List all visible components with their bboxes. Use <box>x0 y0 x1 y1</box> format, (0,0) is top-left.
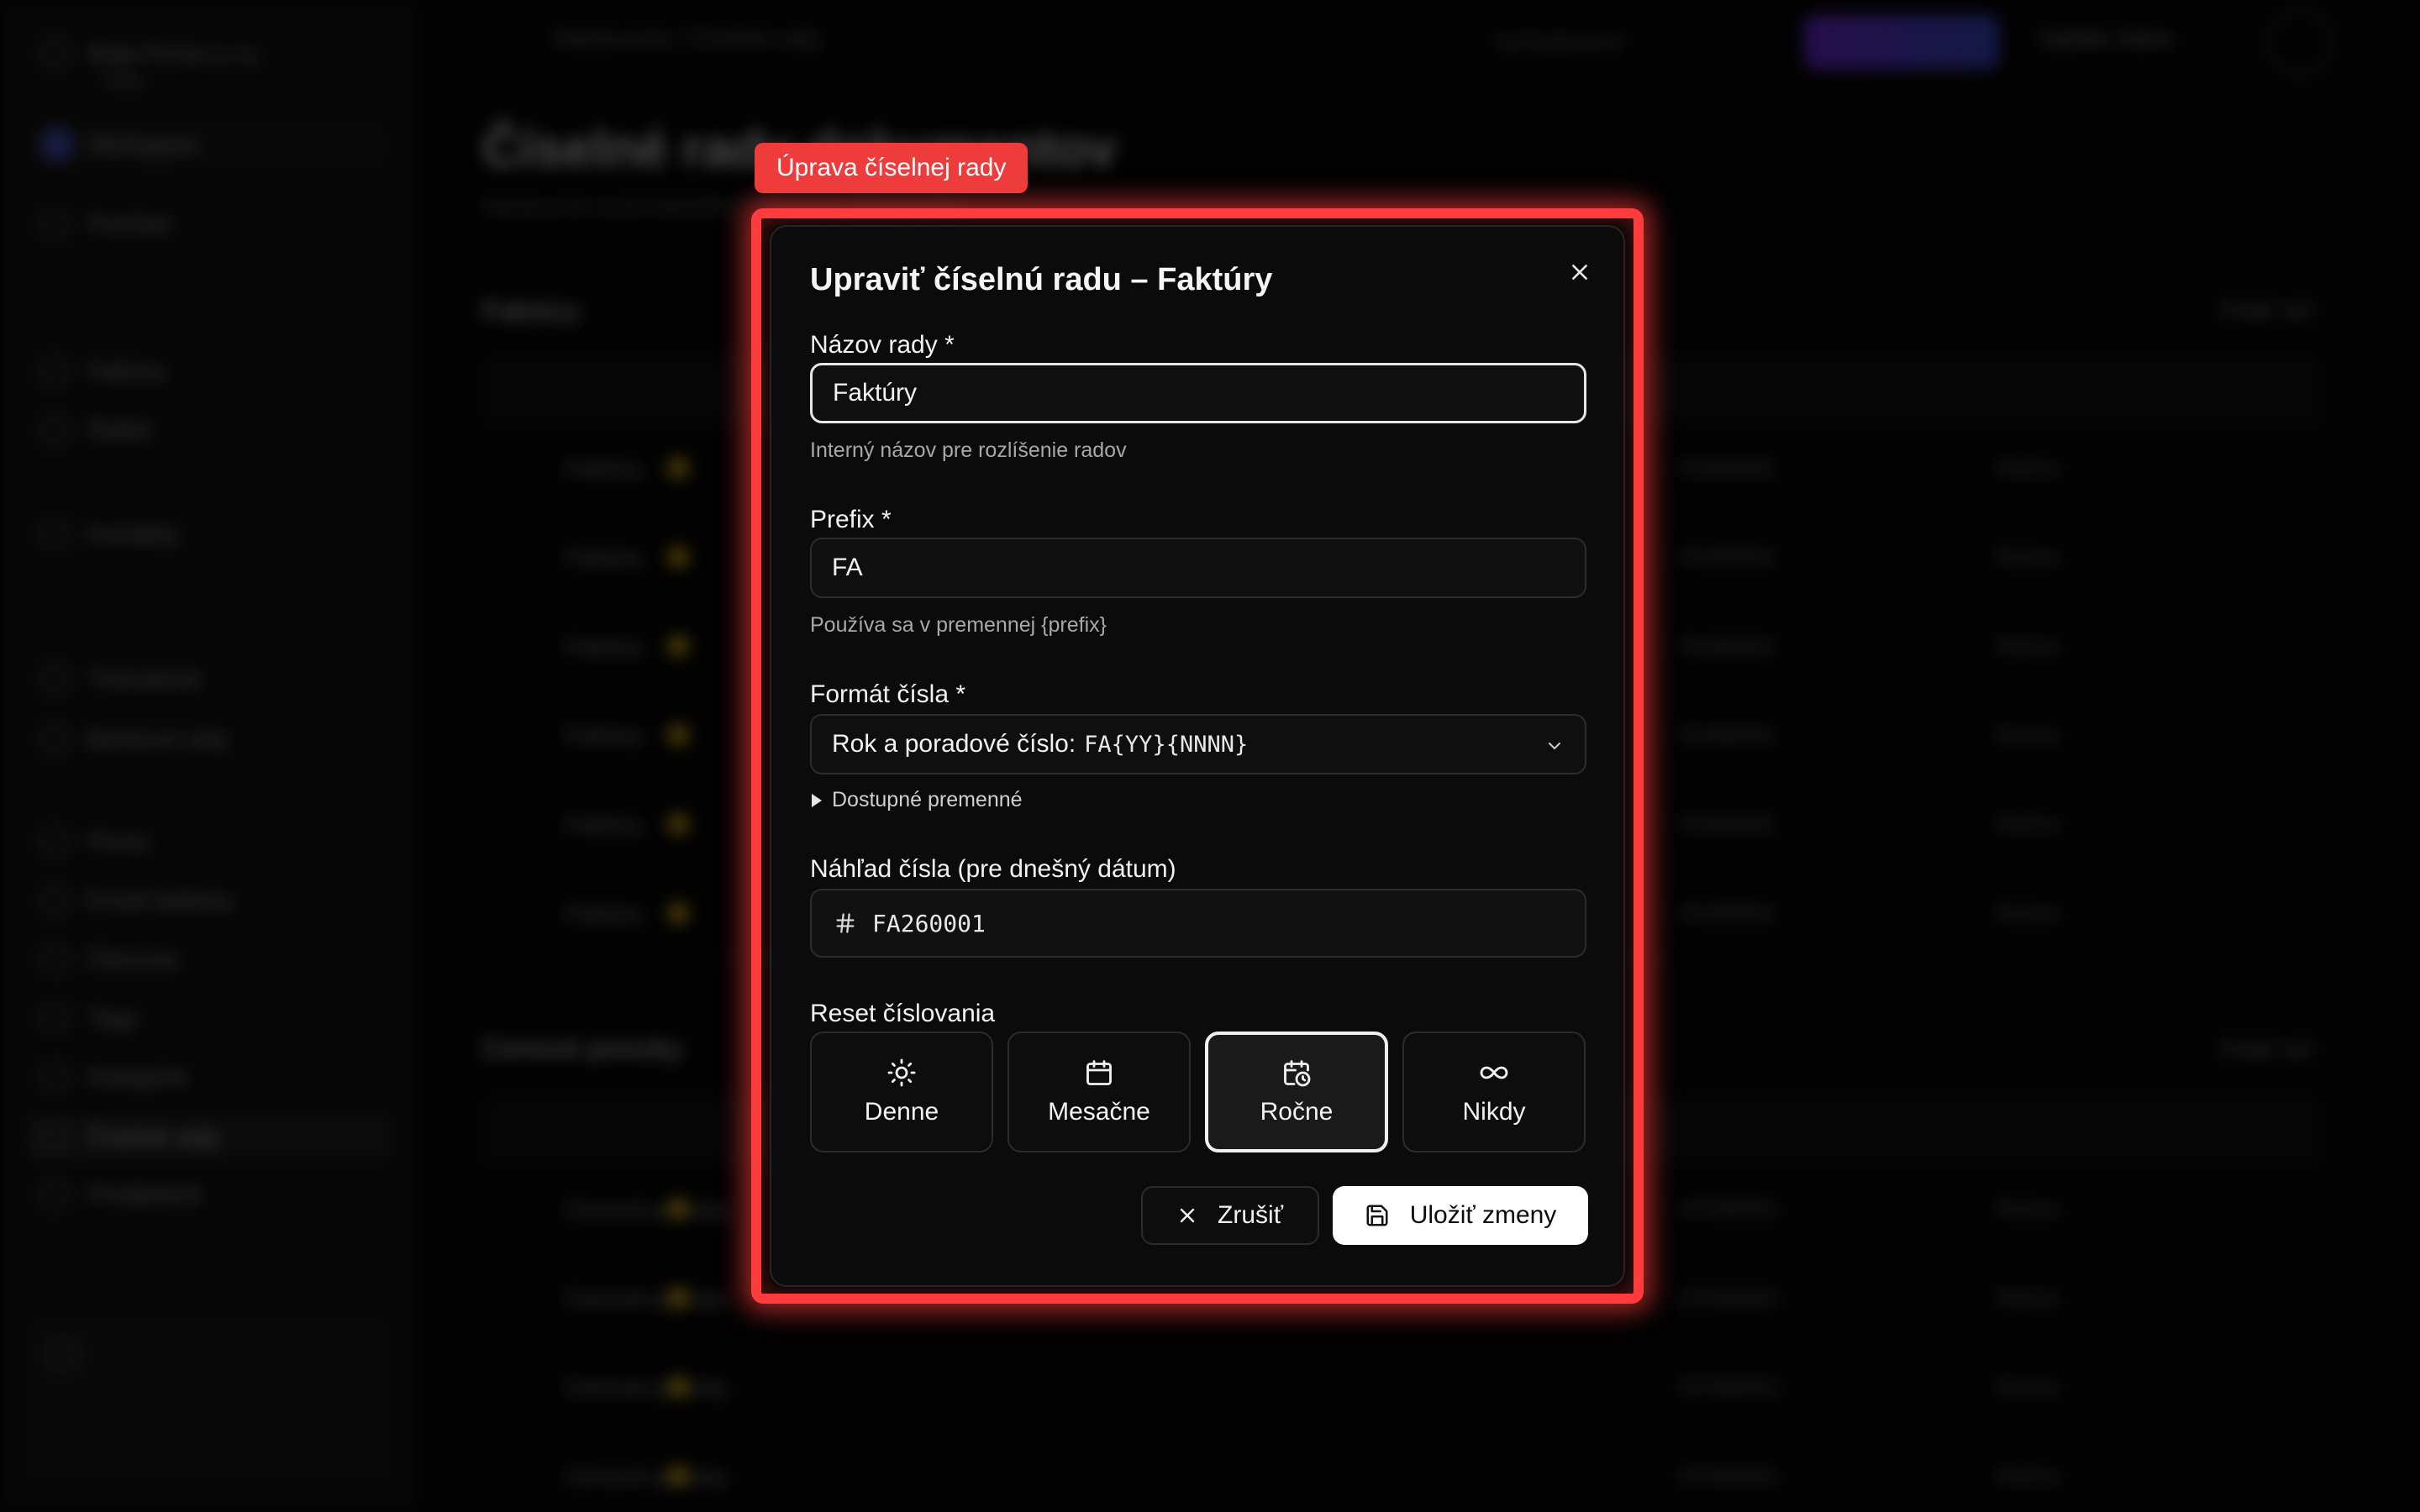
reset-option-never[interactable]: Nikdy <box>1402 1032 1586 1152</box>
preview-label: Náhľad čísla (pre dnešný dátum) <box>810 855 1176 883</box>
name-label: Názov rady * <box>810 331 955 359</box>
prefix-label: Prefix * <box>810 506 892 533</box>
close-button[interactable] <box>1561 254 1598 291</box>
triangle-right-icon <box>812 793 822 807</box>
prefix-input[interactable] <box>810 538 1586 598</box>
preview-box: FA260001 <box>810 889 1586 958</box>
format-select[interactable]: Rok a poradové číslo: FA{YY}{NNNN} <box>810 714 1586 774</box>
name-input[interactable] <box>810 363 1586 423</box>
reset-option-yearly[interactable]: Ročne <box>1205 1032 1388 1152</box>
prefix-help: Používa sa v premennej {prefix} <box>810 613 1107 637</box>
name-help: Interný názov pre rozlíšenie radov <box>810 438 1127 462</box>
format-selected-text: Rok a poradové číslo: <box>832 730 1076 758</box>
reset-option-daily[interactable]: Denne <box>810 1032 993 1152</box>
close-icon <box>1572 265 1587 280</box>
reset-option-monthly[interactable]: Mesačne <box>1007 1032 1191 1152</box>
close-icon <box>1180 1208 1195 1223</box>
calendar-clock-icon <box>1284 1060 1311 1087</box>
cancel-button[interactable]: Zrušiť <box>1141 1186 1319 1245</box>
variables-toggle[interactable]: Dostupné premenné <box>810 788 1023 812</box>
edit-series-dialog: Upraviť číselnú radu – Faktúry Názov rad… <box>770 225 1625 1287</box>
save-button[interactable]: Uložiť zmeny <box>1333 1186 1588 1245</box>
calendar-icon <box>1086 1060 1112 1085</box>
reset-label: Reset číslovania <box>810 1000 996 1027</box>
hash-icon <box>836 913 855 933</box>
highlight-label: Úprava číselnej rady <box>755 143 1028 193</box>
chevron-down-icon <box>1549 743 1560 749</box>
sun-icon <box>887 1058 916 1087</box>
format-label: Formát čísla * <box>810 680 966 708</box>
preview-value: FA260001 <box>872 909 986 937</box>
save-icon <box>1366 1205 1388 1226</box>
infinity-icon <box>1480 1066 1508 1079</box>
dialog-title: Upraviť číselnú radu – Faktúry <box>810 262 1273 297</box>
format-selected-code: FA{YY}{NNNN} <box>1084 731 1249 758</box>
